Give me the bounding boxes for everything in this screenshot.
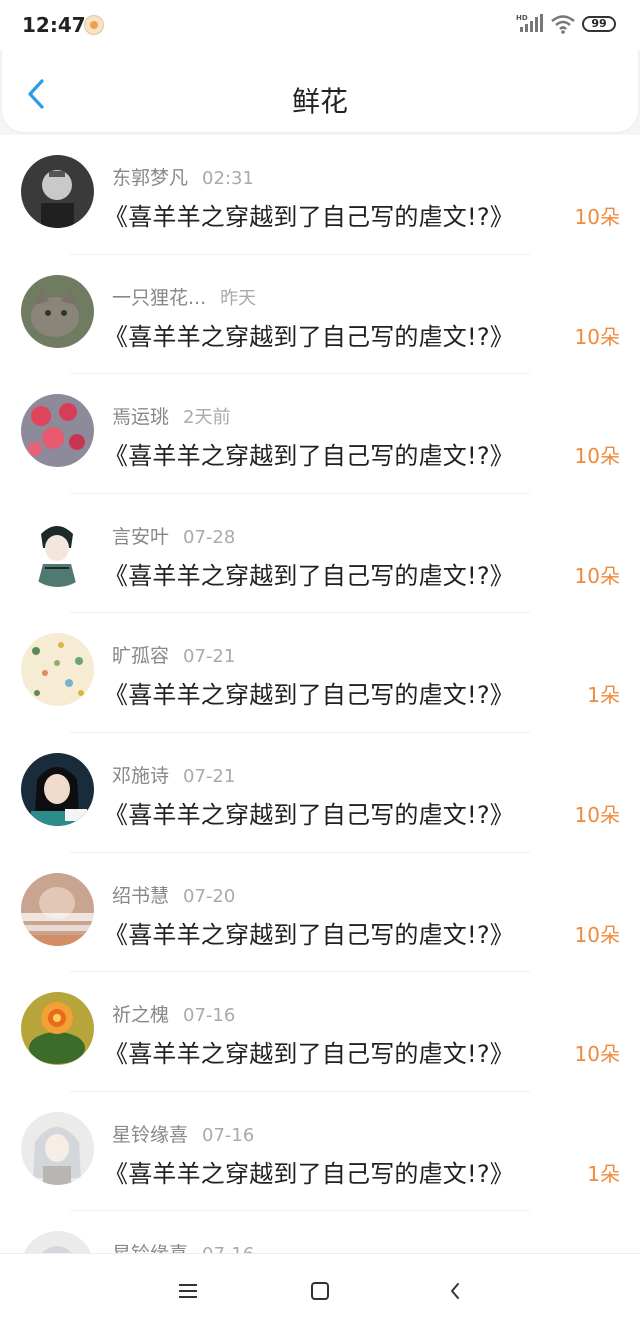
item-title: 《喜羊羊之穿越到了自己写的虐文!?》 — [104, 203, 514, 231]
item-time: 07-16 — [202, 1124, 255, 1146]
avatar[interactable] — [21, 274, 94, 348]
item-time: 07-28 — [183, 526, 236, 548]
item-title: 《喜羊羊之穿越到了自己写的虐文!?》 — [104, 322, 514, 351]
signal-icon: HD — [516, 14, 543, 32]
flower-count: 1朵 — [587, 1161, 620, 1186]
flower-count: 10朵 — [574, 205, 620, 229]
item-user-name: 东郭梦凡 02:31 — [112, 163, 254, 190]
item-user-name: 一只狸花... 昨天 — [112, 283, 256, 310]
item-title: 《喜羊羊之穿越到了自己写的虐文!?》 — [104, 1040, 514, 1069]
item-title: 《喜羊羊之穿越到了自己写的虐文!?》 — [104, 681, 514, 710]
user-name: 言安叶 — [112, 525, 170, 548]
user-name: 焉运珧 — [112, 406, 170, 429]
flower-list: 东郭梦凡 02:31 《喜羊羊之穿越到了自己写的虐文!?》 10朵 一只狸花... 昨天《… — [0, 135, 640, 1253]
list-item[interactable]: 一只狸花... 昨天《喜羊羊之穿越到了自己写的虐文!?》 10朵 — [0, 255, 640, 375]
flower-count: 10朵 — [574, 922, 620, 947]
status-time: 12:47 — [22, 13, 86, 37]
network-label: HD — [516, 14, 528, 22]
home-button[interactable] — [300, 1274, 340, 1308]
item-user-name: 星铃缘喜 07-16 — [112, 1120, 254, 1147]
list-item[interactable]: 言安叶 07-28 《喜羊羊之穿越到了自己写的虐文!?》 10朵 — [0, 494, 640, 614]
flower-count: 10朵 — [574, 444, 620, 469]
flower-count: 10朵 — [574, 802, 620, 827]
user-name: 邓施诗 — [112, 764, 170, 787]
flower-count: 10朵 — [574, 563, 620, 588]
back-icon — [451, 1283, 459, 1299]
nav-back-button[interactable] — [435, 1274, 475, 1308]
item-time: 07-20 — [183, 885, 236, 907]
item-time: 07-16 — [183, 1005, 236, 1027]
navigation-bar — [0, 1253, 640, 1331]
item-time: 07-21 — [183, 765, 236, 787]
avatar[interactable] — [21, 992, 94, 1066]
home-icon — [311, 1282, 329, 1300]
list-item[interactable]: 邓施诗 07-21 《喜羊羊之穿越到了自己写的虐文!?》 10朵 — [0, 733, 640, 853]
item-time: 2天前 — [183, 407, 231, 429]
item-user-name: 邓施诗 07-21 — [112, 761, 235, 788]
header: 鲜花 — [2, 50, 638, 132]
item-title: 《喜羊羊之穿越到了自己写的虐文!?》 — [104, 442, 514, 471]
page-title: 鲜花 — [291, 85, 348, 118]
list-item[interactable]: 祈之槐 07-16 《喜羊羊之穿越到了自己写的虐文!?》 10朵 — [0, 972, 640, 1092]
wifi-icon — [551, 15, 575, 34]
avatar[interactable] — [21, 633, 94, 707]
user-name: 星铃缘喜 — [112, 1123, 189, 1146]
item-user-name: 星铃缘喜 07-16 — [112, 1239, 254, 1253]
item-time: 07-16 — [202, 1244, 254, 1253]
user-name: 绍书慧 — [112, 884, 170, 907]
user-name: 祈之槐 — [112, 1004, 170, 1027]
list-item[interactable]: 星铃缘喜 07-16 — [0, 1211, 640, 1253]
list-item[interactable]: 星铃缘喜 07-16 《喜羊羊之穿越到了自己写的虐文!?》 1朵 — [0, 1092, 640, 1212]
avatar[interactable] — [21, 513, 94, 587]
item-user-name: 焉运珧 2天前 — [112, 402, 230, 429]
list-item[interactable]: 焉运珧 2天前《喜羊羊之穿越到了自己写的虐文!?》 10朵 — [0, 374, 640, 494]
flower-count: 10朵 — [574, 1042, 620, 1067]
item-title: 《喜羊羊之穿越到了自己写的虐文!?》 — [104, 920, 514, 949]
avatar[interactable] — [21, 872, 94, 946]
item-user-name: 言安叶 07-28 — [112, 522, 235, 549]
avatar[interactable] — [21, 1231, 94, 1253]
menu-icon — [179, 1284, 197, 1298]
user-name: 旷孤容 — [112, 645, 170, 668]
item-user-name: 旷孤容 07-21 — [112, 641, 235, 668]
item-title: 《喜羊羊之穿越到了自己写的虐文!?》 — [104, 1159, 514, 1188]
user-name: 星铃缘喜 — [112, 1243, 188, 1253]
list-item[interactable]: 旷孤容 07-21 《喜羊羊之穿越到了自己写的虐文!?》 1朵 — [0, 613, 640, 733]
item-user-name: 绍书慧 07-20 — [112, 881, 235, 908]
item-time: 02:31 — [202, 168, 254, 189]
avatar[interactable] — [21, 1111, 94, 1185]
user-name: 一只狸花... — [112, 286, 207, 309]
avatar[interactable] — [21, 394, 94, 468]
status-bar: 12:47 HD 99 — [0, 0, 640, 50]
item-time: 07-21 — [183, 646, 236, 668]
item-title: 《喜羊羊之穿越到了自己写的虐文!?》 — [104, 561, 514, 590]
menu-button[interactable] — [168, 1274, 208, 1308]
item-time: 昨天 — [220, 287, 257, 309]
list-item[interactable]: 东郭梦凡 02:31 《喜羊羊之穿越到了自己写的虐文!?》 10朵 — [0, 135, 640, 255]
flower-count: 1朵 — [587, 683, 620, 708]
list-item[interactable]: 绍书慧 07-20 《喜羊羊之穿越到了自己写的虐文!?》 10朵 — [0, 853, 640, 973]
app-icon — [84, 15, 104, 35]
user-name: 东郭梦凡 — [112, 167, 189, 189]
avatar[interactable] — [21, 155, 94, 228]
avatar[interactable] — [21, 752, 94, 826]
battery-icon: 99 — [582, 16, 616, 32]
flower-count: 10朵 — [574, 324, 620, 349]
item-user-name: 祈之槐 07-16 — [112, 1000, 235, 1027]
item-title: 《喜羊羊之穿越到了自己写的虐文!?》 — [104, 800, 514, 829]
